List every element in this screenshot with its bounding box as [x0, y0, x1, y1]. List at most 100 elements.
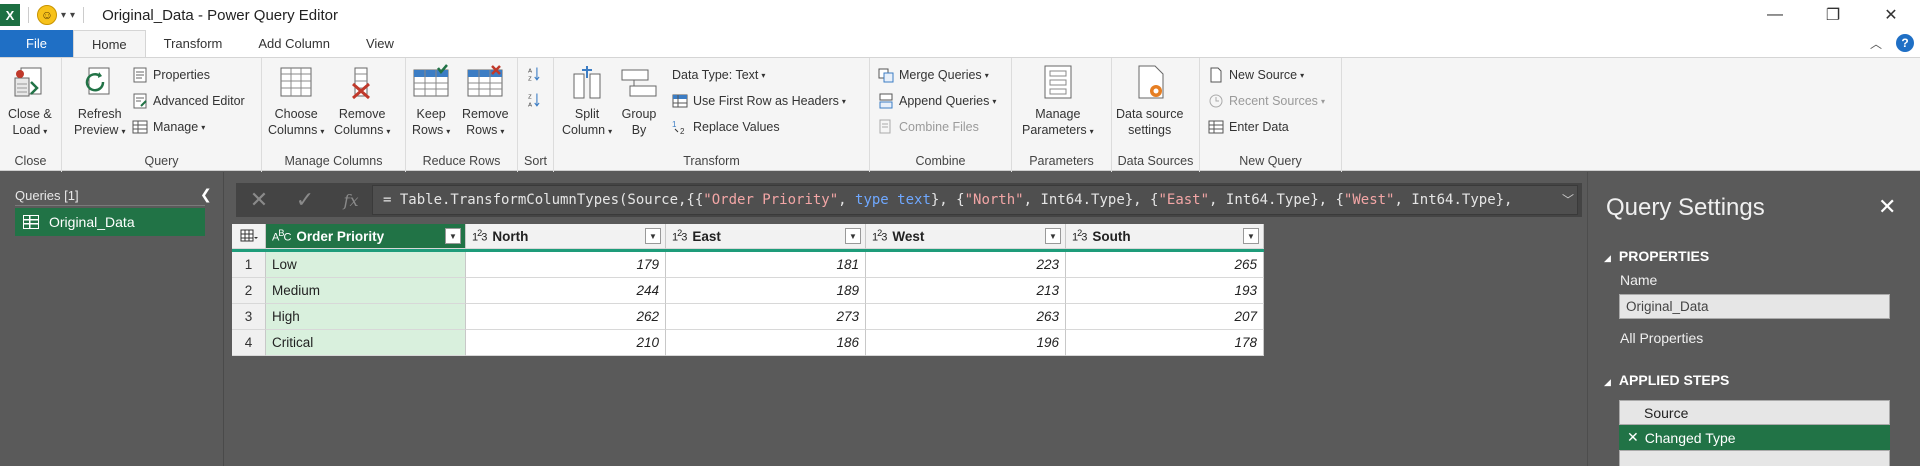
applied-steps-section[interactable]: ◢ APPLIED STEPS [1604, 372, 1729, 388]
close-icon[interactable]: ✕ [1878, 194, 1896, 220]
cell-north[interactable]: 179 [466, 252, 666, 278]
combine-files-icon [879, 119, 891, 134]
group-label-close: Close [14, 154, 47, 168]
combine-files-button[interactable]: Combine Files [878, 117, 979, 137]
cell-west[interactable]: 263 [866, 304, 1066, 330]
first-row-label: Use First Row as Headers [693, 94, 839, 108]
cell-order-priority[interactable]: Low [266, 252, 466, 278]
collapse-pane-icon[interactable]: ❮ [200, 186, 212, 203]
sort-ascending-button[interactable]: AZ [526, 64, 547, 84]
group-by-button[interactable]: Group By [620, 64, 658, 138]
row-number[interactable]: 4 [232, 330, 266, 356]
column-header-west[interactable]: 123 West ▼ [866, 224, 1066, 249]
column-filter-icon[interactable]: ▼ [845, 228, 861, 244]
properties-button[interactable]: Properties [132, 65, 210, 85]
tab-file[interactable]: File [0, 30, 73, 57]
restore-button[interactable]: ❐ [1804, 0, 1862, 30]
cell-east[interactable]: 181 [666, 252, 866, 278]
remove-columns-button[interactable]: Remove Columns ▾ [334, 64, 390, 140]
all-properties-link[interactable]: All Properties [1620, 330, 1703, 346]
keep-rows-button[interactable]: Keep Rows ▾ [412, 64, 450, 140]
row-number[interactable]: 1 [232, 252, 266, 278]
group-data-sources: Data source settings Data Sources [1112, 58, 1200, 172]
refresh-preview-button[interactable]: Refresh Preview ▾ [74, 64, 125, 140]
query-item-original-data[interactable]: Original_Data [15, 208, 205, 236]
cell-south[interactable]: 193 [1066, 278, 1264, 304]
cell-south[interactable]: 265 [1066, 252, 1264, 278]
expand-formula-icon[interactable]: ﹀ [1562, 191, 1574, 208]
column-filter-icon[interactable]: ▼ [445, 228, 461, 244]
step-source[interactable]: Source [1619, 400, 1890, 425]
data-source-settings-button[interactable]: Data source settings [1116, 64, 1183, 138]
svg-text:Z: Z [528, 95, 532, 101]
column-filter-icon[interactable]: ▼ [1243, 228, 1259, 244]
formula-part: , Int64.Type}, { [1209, 192, 1344, 208]
cell-order-priority[interactable]: Medium [266, 278, 466, 304]
query-name-input[interactable]: Original_Data [1619, 294, 1890, 319]
group-label-query: Query [144, 154, 179, 168]
tab-view[interactable]: View [348, 30, 412, 57]
merge-queries-button[interactable]: Merge Queries ▾ [878, 65, 989, 85]
tab-transform[interactable]: Transform [146, 30, 241, 57]
cell-east[interactable]: 186 [666, 330, 866, 356]
cell-north[interactable]: 210 [466, 330, 666, 356]
help-icon[interactable]: ? [1896, 34, 1914, 52]
manage-params-label1: Manage [1035, 107, 1081, 121]
close-window-button[interactable]: ✕ [1862, 0, 1920, 30]
column-filter-icon[interactable]: ▼ [645, 228, 661, 244]
tab-add-column[interactable]: Add Column [240, 30, 348, 57]
cancel-formula-icon[interactable]: ✕ [236, 183, 282, 217]
cell-south[interactable]: 178 [1066, 330, 1264, 356]
split-column-button[interactable]: Split Column ▾ [562, 64, 612, 140]
smiley-feedback-icon[interactable]: ☺ [37, 5, 57, 25]
minimize-button[interactable]: — [1746, 0, 1804, 30]
cell-east[interactable]: 273 [666, 304, 866, 330]
cell-east[interactable]: 189 [666, 278, 866, 304]
cell-order-priority[interactable]: Critical [266, 330, 466, 356]
new-source-button[interactable]: New Source ▾ [1208, 65, 1304, 85]
column-filter-icon[interactable]: ▼ [1045, 228, 1061, 244]
cell-order-priority[interactable]: High [266, 304, 466, 330]
row-number[interactable]: 3 [232, 304, 266, 330]
properties-section[interactable]: ◢ PROPERTIES [1604, 248, 1709, 264]
choose-label2: Columns [268, 123, 318, 137]
chevron-down-icon[interactable]: ▾ [61, 10, 66, 21]
step-changed-type[interactable]: ✕ Changed Type [1619, 425, 1890, 450]
cell-west[interactable]: 223 [866, 252, 1066, 278]
window-controls: — ❐ ✕ [1746, 0, 1920, 30]
column-header-east[interactable]: 123 East ▼ [666, 224, 866, 249]
confirm-formula-icon[interactable]: ✓ [282, 183, 328, 217]
choose-columns-button[interactable]: Choose Columns ▾ [268, 64, 324, 140]
cell-north[interactable]: 262 [466, 304, 666, 330]
table-menu-icon[interactable] [232, 224, 266, 249]
cell-south[interactable]: 207 [1066, 304, 1264, 330]
close-and-load-button[interactable]: Close & Load ▾ [8, 64, 52, 140]
cell-west[interactable]: 213 [866, 278, 1066, 304]
tab-home[interactable]: Home [72, 30, 146, 57]
recent-sources-button[interactable]: Recent Sources ▾ [1208, 91, 1325, 111]
delete-step-icon[interactable]: ✕ [1627, 429, 1639, 446]
svg-text:A: A [528, 69, 532, 75]
cell-north[interactable]: 244 [466, 278, 666, 304]
row-number[interactable]: 2 [232, 278, 266, 304]
use-first-row-headers-button[interactable]: Use First Row as Headers ▾ [672, 91, 846, 111]
triangle-down-icon: ◢ [1604, 253, 1611, 263]
replace-values-button[interactable]: 12 Replace Values [672, 117, 780, 137]
manage-button[interactable]: Manage ▾ [132, 117, 205, 137]
sort-descending-button[interactable]: ZA [526, 90, 547, 110]
enter-data-button[interactable]: Enter Data [1208, 117, 1289, 137]
advanced-editor-button[interactable]: Advanced Editor [132, 91, 245, 111]
cell-west[interactable]: 196 [866, 330, 1066, 356]
column-header-north[interactable]: 123 North ▼ [466, 224, 666, 249]
column-header-south[interactable]: 123 South ▼ [1066, 224, 1264, 249]
fx-icon[interactable]: fx [328, 183, 374, 217]
manage-parameters-button[interactable]: Manage Parameters ▾ [1022, 64, 1094, 140]
remove-rows-button[interactable]: Remove Rows ▾ [462, 64, 509, 140]
split-label1: Split [574, 107, 600, 121]
column-header-order-priority[interactable]: ABC Order Priority ▼ [266, 224, 466, 249]
formula-input[interactable]: = Table.TransformColumnTypes(Source,{{"O… [372, 185, 1578, 215]
customize-quick-access-icon[interactable]: ▾ [70, 10, 75, 21]
append-queries-button[interactable]: Append Queries ▾ [878, 91, 996, 111]
collapse-ribbon-icon[interactable]: ︿ [1870, 35, 1882, 52]
data-type-dropdown[interactable]: Data Type: Text ▾ [672, 65, 765, 85]
